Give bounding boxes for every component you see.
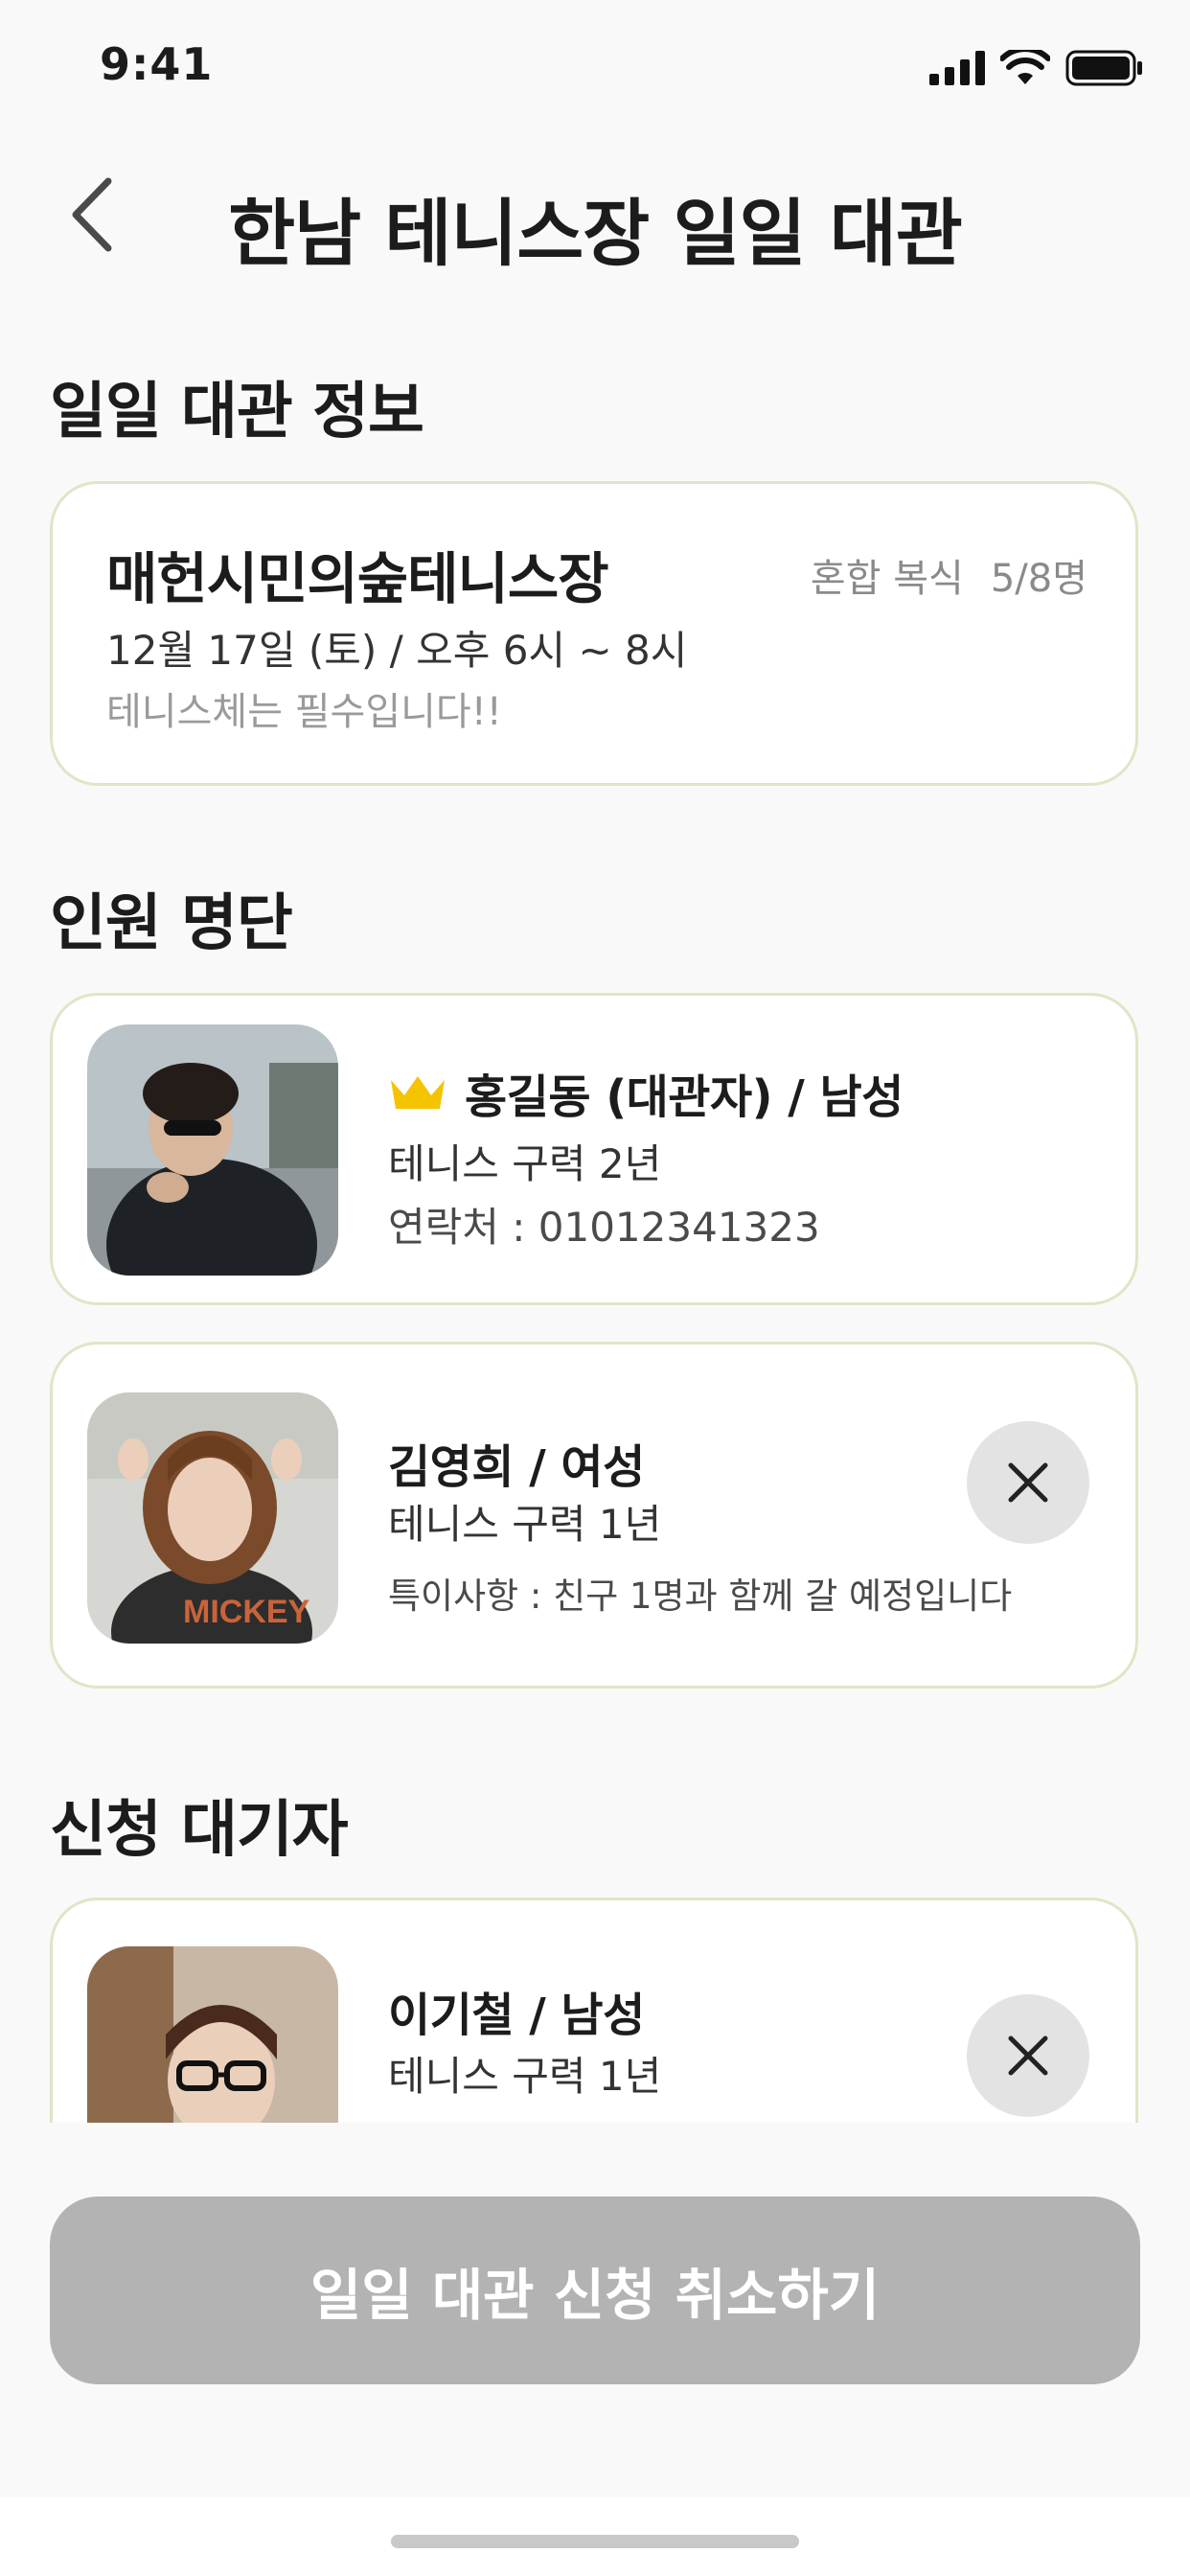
member-career: 테니스 구력 1년 [388,2053,662,2100]
status-time: 9:41 [100,38,214,90]
status-icons [929,50,1144,86]
member-name-text: 김영희 / 여성 [388,1440,645,1494]
member-name: 홍길동 (대관자) / 남성 [388,1059,904,1126]
crown-icon [391,1076,445,1109]
cancel-rental-button[interactable]: 일일 대관 신청 취소하기 [50,2196,1140,2384]
svg-text:MICKEY: MICKEY [183,1594,310,1630]
avatar: MICKEY [87,1392,338,1644]
remove-waitlist-button[interactable] [967,1994,1089,2117]
member-career: 테니스 구력 2년 [388,1140,662,1187]
member-name: 김영희 / 여성 [388,1429,645,1496]
section-title-waitlist: 신청 대기자 [50,1795,349,1866]
venue-note: 테니스체는 필수입니다!! [106,690,502,734]
section-title-members: 인원 명단 [50,888,293,959]
status-bar: 9:41 [0,0,1190,134]
waitlist-scroll-area[interactable]: 이기철 / 남성 테니스 구력 1년 [0,1859,1190,2123]
home-indicator[interactable] [391,2535,799,2548]
venue-name: 매헌시민의숲테니스장 [106,546,609,611]
member-note: 특이사항 : 친구 1명과 함께 갈 예정입니다 [388,1576,1013,1617]
avatar [87,1024,338,1276]
avatar [87,1946,338,2123]
member-name-text: 홍길동 (대관자) / 남성 [465,1070,904,1124]
rental-info-card: 매헌시민의숲테니스장 혼합 복식 5/8명 12월 17일 (토) / 오후 6… [50,481,1138,786]
wifi-icon [1000,50,1050,84]
member-career: 테니스 구력 1년 [388,1501,662,1548]
venue-date-time: 12월 17일 (토) / 오후 6시 ~ 8시 [106,627,688,674]
signal-icon [929,51,985,85]
close-icon [1008,2036,1048,2076]
venue-meta: 혼합 복식 5/8명 [811,547,1087,603]
battery-icon [1065,50,1142,86]
game-type: 혼합 복식 [810,557,964,601]
capacity: 5/8명 [990,557,1087,601]
member-card-host[interactable]: 홍길동 (대관자) / 남성 테니스 구력 2년 연락처 : 010123413… [50,993,1138,1305]
page-title: 한남 테니스장 일일 대관 [228,191,963,276]
member-name-text: 이기철 / 남성 [388,1989,645,2042]
member-contact: 연락처 : 01012341323 [388,1204,820,1251]
remove-member-button[interactable] [967,1421,1089,1544]
member-name: 이기철 / 남성 [388,1977,645,2044]
close-icon [1008,1462,1048,1503]
waitlist-card[interactable]: 이기철 / 남성 테니스 구력 1년 [50,1898,1138,2123]
member-card[interactable]: MICKEY 김영희 / 여성 테니스 구력 1년 특이사항 : 친구 1명과 … [50,1342,1138,1689]
section-title-rental-info: 일일 대관 정보 [50,377,424,448]
